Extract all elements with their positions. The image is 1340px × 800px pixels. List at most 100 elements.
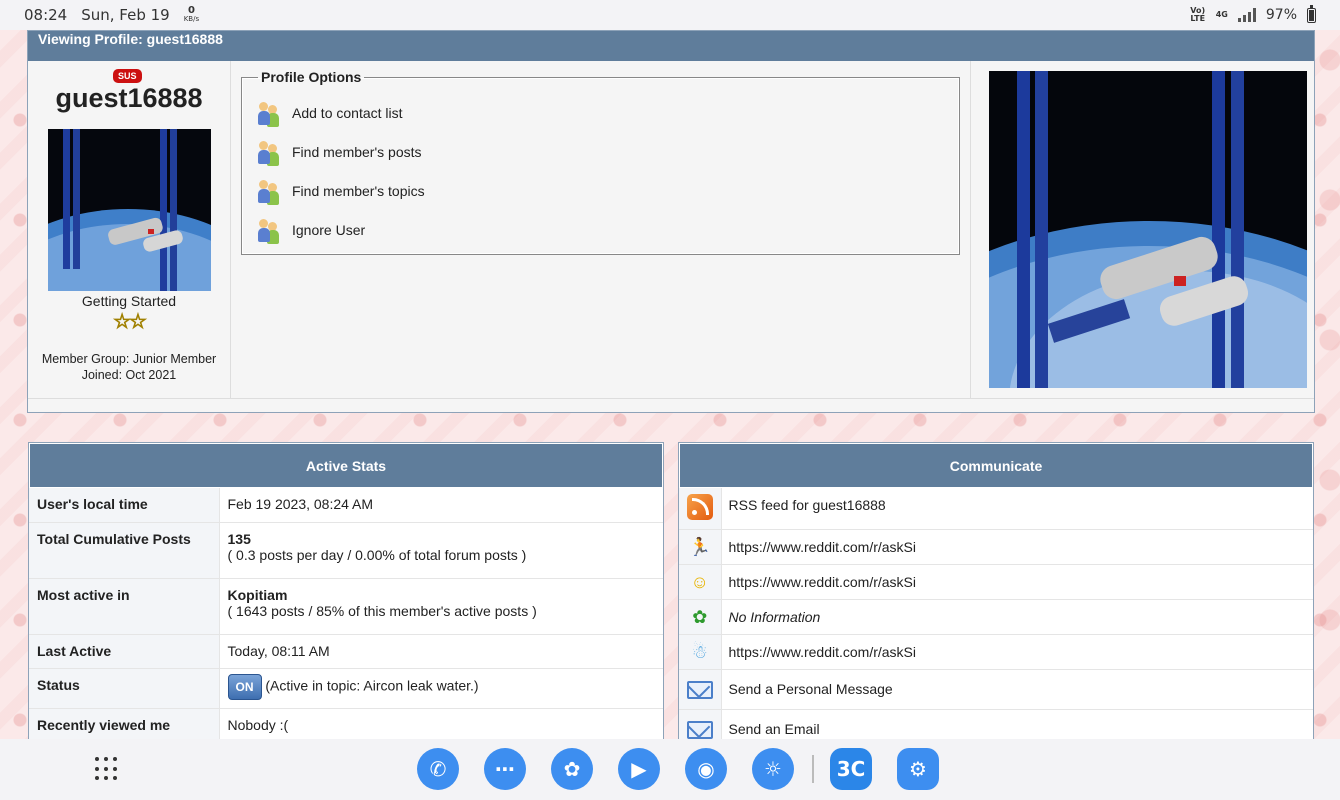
send-pm-link[interactable]: Send a Personal Message	[721, 669, 1313, 710]
option-find-posts[interactable]: Find member's posts	[258, 132, 943, 171]
profile-photo-column	[971, 61, 1314, 398]
signal-icon	[1237, 8, 1256, 22]
option-add-contact[interactable]: Add to contact list	[258, 93, 943, 132]
icq-value: No Information	[721, 599, 1313, 635]
status-time: 08:24	[24, 6, 68, 24]
active-stats-panel: Active Stats User's local time Feb 19 20…	[28, 442, 664, 742]
app-dock: ✆ ⋯ ✿ ▶ ◉ ☼ 3C ⚙	[0, 739, 1340, 800]
network-type-icon: 4G	[1215, 10, 1228, 19]
table-row: User's local time Feb 19 2023, 08:24 AM	[29, 488, 663, 523]
stat-label: User's local time	[29, 488, 220, 523]
stat-label: Status	[29, 668, 220, 709]
people-icon	[258, 178, 280, 204]
option-label[interactable]: Find member's topics	[292, 183, 425, 199]
settings-icon[interactable]: ⚙	[897, 748, 939, 790]
member-group: Member Group: Junior Member	[41, 352, 217, 366]
messages-icon[interactable]: ⋯	[484, 748, 526, 790]
stat-label: Recently viewed me	[29, 708, 220, 741]
profile-panel: Viewing Profile: guest16888 SUS guest168…	[27, 30, 1315, 413]
rss-icon[interactable]	[686, 494, 713, 520]
msn-icon: ☃	[679, 634, 722, 670]
option-label[interactable]: Add to contact list	[292, 105, 403, 121]
space-station-photo	[989, 71, 1307, 388]
active-stats-table: User's local time Feb 19 2023, 08:24 AM …	[29, 488, 663, 741]
profile-options-column: Profile Options Add to contact list Find…	[231, 61, 971, 398]
net-speed: 0 KB/s	[183, 5, 200, 24]
communicate-panel: Communicate RSS feed for guest16888 🏃 ht…	[678, 442, 1314, 742]
bixby-icon[interactable]: ✿	[551, 748, 593, 790]
status-bar: 08:24 Sun, Feb 19 0 KB/s Vo) LTE 4G 97%	[0, 0, 1340, 30]
communicate-table: RSS feed for guest16888 🏃 https://www.re…	[679, 488, 1313, 741]
sus-badge: SUS	[113, 69, 142, 83]
option-label[interactable]: Find member's posts	[292, 144, 422, 160]
aim-link[interactable]: https://www.reddit.com/r/askSi	[721, 529, 1313, 565]
stat-label: Last Active	[29, 634, 220, 669]
email-icon[interactable]	[686, 721, 713, 739]
rss-feed-link[interactable]: RSS feed for guest16888	[721, 488, 1313, 530]
active-stats-title: Active Stats	[29, 443, 663, 488]
icq-icon: ✿	[679, 599, 722, 635]
table-row: ✿ No Information	[679, 599, 1313, 635]
internet-icon[interactable]: ☼	[752, 748, 794, 790]
yahoo-icon: ☺	[679, 564, 722, 600]
aim-icon: 🏃	[679, 529, 722, 565]
msn-link[interactable]: https://www.reddit.com/r/askSi	[721, 634, 1313, 670]
online-status-badge: ON	[227, 673, 262, 700]
table-row[interactable]: ☃ https://www.reddit.com/r/askSi	[679, 634, 1313, 670]
username: guest16888	[55, 83, 203, 113]
stat-value: Nobody :(	[219, 708, 663, 741]
option-find-topics[interactable]: Find member's topics	[258, 171, 943, 210]
space-station-image	[47, 129, 211, 291]
profile-header: Viewing Profile: guest16888	[28, 31, 1314, 61]
dock-divider	[812, 755, 814, 783]
stat-value: ON (Active in topic: Aircon leak water.)	[219, 668, 663, 709]
stat-value: Feb 19 2023, 08:24 AM	[219, 488, 663, 523]
communicate-title: Communicate	[679, 443, 1313, 488]
people-icon	[258, 217, 280, 243]
play-store-icon[interactable]: ▶	[618, 748, 660, 790]
volte-icon: Vo) LTE	[1190, 6, 1206, 23]
table-row: Total Cumulative Posts 135 ( 0.3 posts p…	[29, 522, 663, 579]
net-speed-value: 0	[187, 5, 195, 16]
table-row: Recently viewed me Nobody :(	[29, 708, 663, 741]
option-ignore-user[interactable]: Ignore User	[258, 210, 943, 249]
table-row[interactable]: ☺ https://www.reddit.com/r/askSi	[679, 564, 1313, 600]
pm-mail-icon[interactable]	[686, 681, 713, 699]
table-row[interactable]: 🏃 https://www.reddit.com/r/askSi	[679, 529, 1313, 565]
option-label[interactable]: Ignore User	[292, 222, 365, 238]
table-row[interactable]: Send a Personal Message	[679, 669, 1313, 710]
table-row[interactable]: RSS feed for guest16888	[679, 488, 1313, 530]
people-icon	[258, 100, 280, 126]
profile-photo	[989, 71, 1307, 388]
send-email-link[interactable]: Send an Email	[721, 709, 1313, 741]
profile-options: Profile Options Add to contact list Find…	[241, 69, 960, 255]
joined-date: Joined: Oct 2021	[81, 368, 177, 382]
people-icon	[258, 139, 280, 165]
phone-icon[interactable]: ✆	[417, 748, 459, 790]
active-topic-link[interactable]: (Active in topic: Aircon leak water.)	[265, 677, 478, 693]
avatar	[47, 129, 211, 291]
profile-body: SUS guest16888 Getting Started ☆☆ Member…	[28, 61, 1314, 399]
app-drawer-icon[interactable]	[95, 757, 119, 781]
stat-label: Total Cumulative Posts	[29, 522, 220, 579]
battery-percent: 97%	[1265, 7, 1297, 23]
yahoo-link[interactable]: https://www.reddit.com/r/askSi	[721, 564, 1313, 600]
net-speed-unit: KB/s	[183, 15, 200, 23]
most-active-detail: ( 1643 posts / 85% of this member's acti…	[227, 602, 537, 619]
total-posts-count: 135	[227, 530, 251, 547]
user-info-column: SUS guest16888 Getting Started ☆☆ Member…	[28, 61, 231, 398]
table-row: Status ON (Active in topic: Aircon leak …	[29, 668, 663, 709]
camera-icon[interactable]: ◉	[685, 748, 727, 790]
table-row[interactable]: Send an Email	[679, 709, 1313, 741]
stat-label: Most active in	[29, 578, 220, 635]
posts-per-day: ( 0.3 posts per day / 0.00% of total for…	[227, 546, 527, 563]
table-row: Last Active Today, 08:11 AM	[29, 634, 663, 669]
member-rank: Getting Started	[81, 293, 177, 309]
lowyat-app-icon[interactable]: 3C	[830, 748, 872, 790]
most-active-forum-link[interactable]: Kopitiam	[228, 587, 656, 603]
table-row: Most active in Kopitiam ( 1643 posts / 8…	[29, 578, 663, 635]
stat-value: Today, 08:11 AM	[219, 634, 663, 669]
stat-value: Kopitiam ( 1643 posts / 85% of this memb…	[219, 578, 663, 635]
stat-value: 135 ( 0.3 posts per day / 0.00% of total…	[219, 522, 663, 579]
rank-stars-icon: ☆☆	[113, 311, 148, 334]
